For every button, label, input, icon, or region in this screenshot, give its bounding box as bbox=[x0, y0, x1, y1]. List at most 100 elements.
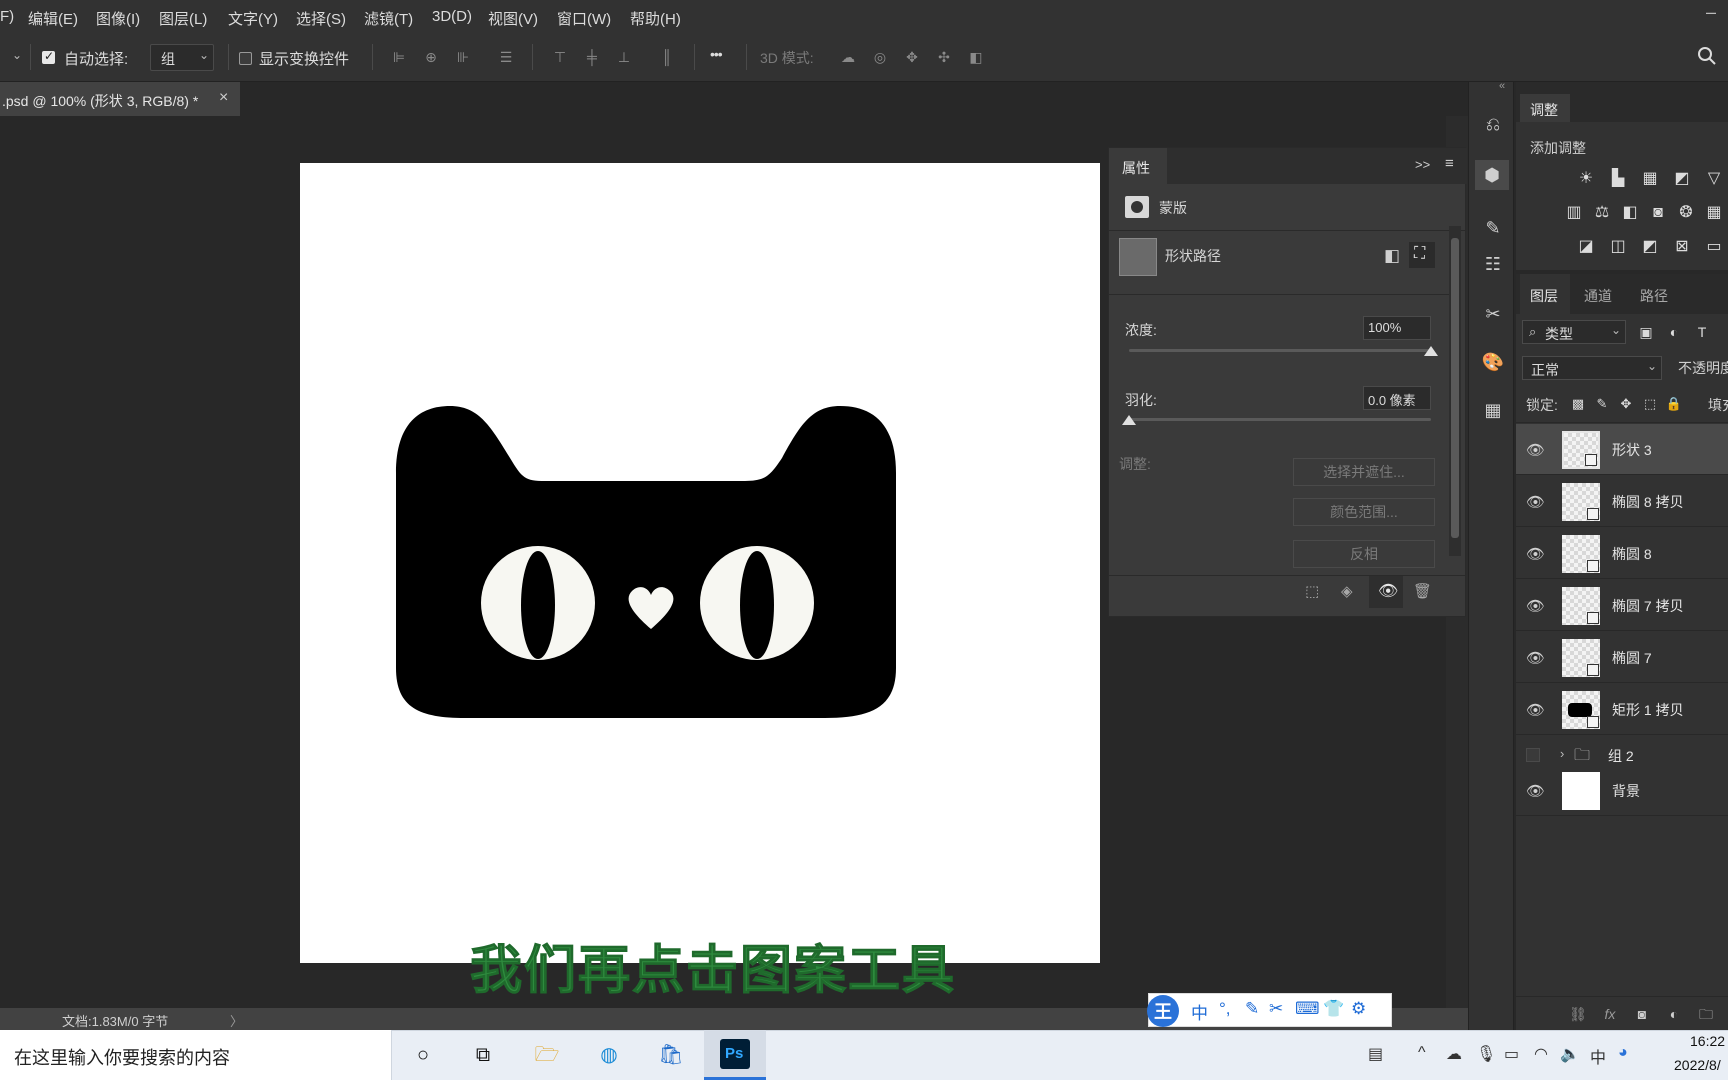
layer-row[interactable]: 👁 矩形 1 拷贝 bbox=[1516, 684, 1728, 735]
feather-slider[interactable] bbox=[1129, 418, 1431, 421]
menu-file[interactable]: F) bbox=[0, 8, 14, 25]
menu-3d[interactable]: 3D(D) bbox=[432, 8, 472, 25]
feather-input[interactable]: 0.0 像素 bbox=[1363, 386, 1431, 410]
status-menu-arrow-icon[interactable]: 〉 bbox=[230, 1011, 243, 1030]
close-tab-icon[interactable]: × bbox=[219, 89, 228, 107]
layer-row[interactable]: 👁 背景 bbox=[1516, 765, 1728, 816]
dock-3d-button[interactable]: ⬢ bbox=[1475, 160, 1509, 190]
posterize-icon[interactable]: ◫ bbox=[1608, 237, 1628, 257]
task-view-icon[interactable]: ⧉ bbox=[468, 1040, 498, 1070]
hidden-visibility-toggle[interactable] bbox=[1526, 748, 1540, 762]
new-adjustment-icon[interactable]: ◐ bbox=[1664, 1004, 1684, 1024]
menu-view[interactable]: 视图(V) bbox=[488, 8, 538, 29]
tab-adjustments[interactable]: 调整 bbox=[1520, 94, 1570, 122]
align-middle-v-icon[interactable]: ╪ bbox=[584, 49, 600, 65]
lock-pixels-icon[interactable]: ✎ bbox=[1592, 394, 1612, 414]
filter-adjustment-icon[interactable]: ◐ bbox=[1664, 322, 1684, 342]
minimize-button[interactable]: – bbox=[1706, 2, 1716, 23]
3d-orbit-icon[interactable]: ☁ bbox=[840, 49, 856, 65]
swatches-icon[interactable]: 🎨 bbox=[1481, 350, 1505, 374]
3d-pan-icon[interactable]: ✥ bbox=[904, 49, 920, 65]
distribute-v-icon[interactable]: ║ bbox=[659, 49, 675, 65]
ime-keyboard-icon[interactable]: ⌨ bbox=[1295, 999, 1320, 1019]
layer-row[interactable]: 👁 椭圆 7 拷贝 bbox=[1516, 580, 1728, 631]
eye-icon[interactable]: 👁 bbox=[1526, 649, 1545, 667]
lock-position-icon[interactable]: ✥ bbox=[1616, 394, 1636, 414]
exposure-icon[interactable]: ◩ bbox=[1672, 169, 1692, 189]
layer-row[interactable]: 👁 形状 3 bbox=[1516, 424, 1728, 475]
density-slider[interactable] bbox=[1129, 349, 1431, 352]
clock-time[interactable]: 16:22 bbox=[1690, 1033, 1725, 1049]
3d-roll-icon[interactable]: ◎ bbox=[872, 49, 888, 65]
menu-image[interactable]: 图像(I) bbox=[96, 8, 140, 29]
align-bottom-icon[interactable]: ⊥ bbox=[616, 49, 632, 65]
volume-icon[interactable]: 🔈 bbox=[1560, 1044, 1580, 1064]
channel-mixer-icon[interactable]: ❂ bbox=[1676, 203, 1696, 223]
ime-scissors-icon[interactable]: ✂ bbox=[1269, 999, 1283, 1019]
photo-filter-icon[interactable]: ◙ bbox=[1648, 203, 1668, 223]
layer-row[interactable]: 👁 椭圆 7 bbox=[1516, 632, 1728, 683]
properties-scrollbar[interactable] bbox=[1449, 226, 1461, 556]
ime-handwrite-icon[interactable]: ✎ bbox=[1245, 999, 1259, 1019]
menu-help[interactable]: 帮助(H) bbox=[630, 8, 681, 29]
document-tab[interactable]: .psd @ 100% (形状 3, RGB/8) * × bbox=[0, 82, 240, 116]
eye-icon[interactable]: 👁 bbox=[1526, 441, 1545, 459]
collapse-panel-icon[interactable]: >> bbox=[1415, 157, 1430, 172]
ime-tray-icon[interactable]: ◕ bbox=[1618, 1044, 1628, 1062]
align-left-icon[interactable]: ⊫ bbox=[391, 49, 407, 65]
grid-icon[interactable]: ▦ bbox=[1481, 398, 1505, 422]
brush-presets-icon[interactable]: ☷ bbox=[1481, 252, 1505, 276]
tab-channels[interactable]: 通道 bbox=[1584, 286, 1612, 306]
lock-artboard-icon[interactable]: ⬚ bbox=[1640, 394, 1660, 414]
distribute-icon[interactable]: ☰ bbox=[498, 49, 514, 65]
blend-mode-dropdown[interactable]: 正常 ⌄ bbox=[1522, 356, 1662, 380]
taskbar-search[interactable]: 在这里输入你要搜索的内容 bbox=[0, 1030, 392, 1080]
tab-layers[interactable]: 图层 bbox=[1520, 274, 1570, 314]
file-explorer-icon[interactable]: 🗁 bbox=[532, 1040, 562, 1070]
ime-skin-icon[interactable]: 👕 bbox=[1323, 999, 1344, 1019]
history-icon[interactable]: ⎌ bbox=[1481, 112, 1505, 136]
wifi-icon[interactable]: ◠ bbox=[1534, 1044, 1548, 1064]
threshold-icon[interactable]: ◩ bbox=[1640, 237, 1660, 257]
filter-type-icon[interactable]: T bbox=[1692, 322, 1712, 342]
load-selection-icon[interactable]: ⬚ bbox=[1305, 582, 1319, 600]
taskbar-photoshop[interactable]: Ps bbox=[704, 1030, 766, 1080]
feather-slider-thumb[interactable] bbox=[1122, 415, 1136, 425]
microphone-icon[interactable]: 🎙 bbox=[1476, 1044, 1496, 1064]
levels-icon[interactable]: ▙ bbox=[1608, 169, 1628, 189]
menu-type[interactable]: 文字(Y) bbox=[228, 8, 278, 29]
ime-language-toggle[interactable]: 中 bbox=[1191, 999, 1208, 1024]
fx-icon[interactable]: fx bbox=[1600, 1004, 1620, 1024]
show-transform-checkbox[interactable] bbox=[239, 52, 252, 65]
align-center-h-icon[interactable]: ⊕ bbox=[423, 49, 439, 65]
menu-filter[interactable]: 滤镜(T) bbox=[364, 8, 413, 29]
edge-icon[interactable]: ◍ bbox=[594, 1040, 624, 1070]
vector-mask-thumbnail[interactable] bbox=[1119, 238, 1157, 276]
gradient-map-icon[interactable]: ▭ bbox=[1704, 237, 1724, 257]
menu-window[interactable]: 窗口(W) bbox=[557, 8, 611, 29]
invert-adj-icon[interactable]: ◪ bbox=[1576, 237, 1596, 257]
invert-button[interactable]: 反相 bbox=[1293, 540, 1435, 568]
cortana-icon[interactable]: ○ bbox=[408, 1040, 438, 1070]
brush-settings-icon[interactable]: ✎ bbox=[1481, 216, 1505, 240]
tab-paths[interactable]: 路径 bbox=[1640, 286, 1668, 306]
add-vector-mask-button[interactable]: ⛶ bbox=[1409, 242, 1435, 268]
toggle-mask-button[interactable]: 👁 bbox=[1369, 576, 1403, 608]
tool-presets-icon[interactable]: ✂ bbox=[1481, 302, 1505, 326]
selective-color-icon[interactable]: ⊠ bbox=[1672, 237, 1692, 257]
eye-icon[interactable]: 👁 bbox=[1526, 597, 1545, 615]
eye-icon[interactable]: 👁 bbox=[1526, 545, 1545, 563]
auto-select-dropdown[interactable]: 组 ⌄ bbox=[150, 44, 214, 71]
ime-punctuation-toggle[interactable]: °, bbox=[1219, 999, 1231, 1019]
density-input[interactable]: 100% bbox=[1363, 316, 1431, 340]
menu-edit[interactable]: 编辑(E) bbox=[28, 8, 78, 29]
new-group-icon[interactable]: 🗀 bbox=[1696, 1004, 1716, 1024]
align-right-icon[interactable]: ⊪ bbox=[455, 49, 471, 65]
more-options-button[interactable]: ••• bbox=[710, 46, 723, 62]
3d-slide-icon[interactable]: ✣ bbox=[936, 49, 952, 65]
show-hidden-icons-icon[interactable]: ^ bbox=[1418, 1044, 1426, 1062]
tool-preset-chevron-icon[interactable]: ⌄ bbox=[12, 48, 22, 62]
ime-indicator[interactable]: 中 bbox=[1590, 1044, 1606, 1068]
align-top-icon[interactable]: ⊤ bbox=[552, 49, 568, 65]
panel-menu-icon[interactable]: ≡ bbox=[1445, 155, 1454, 172]
